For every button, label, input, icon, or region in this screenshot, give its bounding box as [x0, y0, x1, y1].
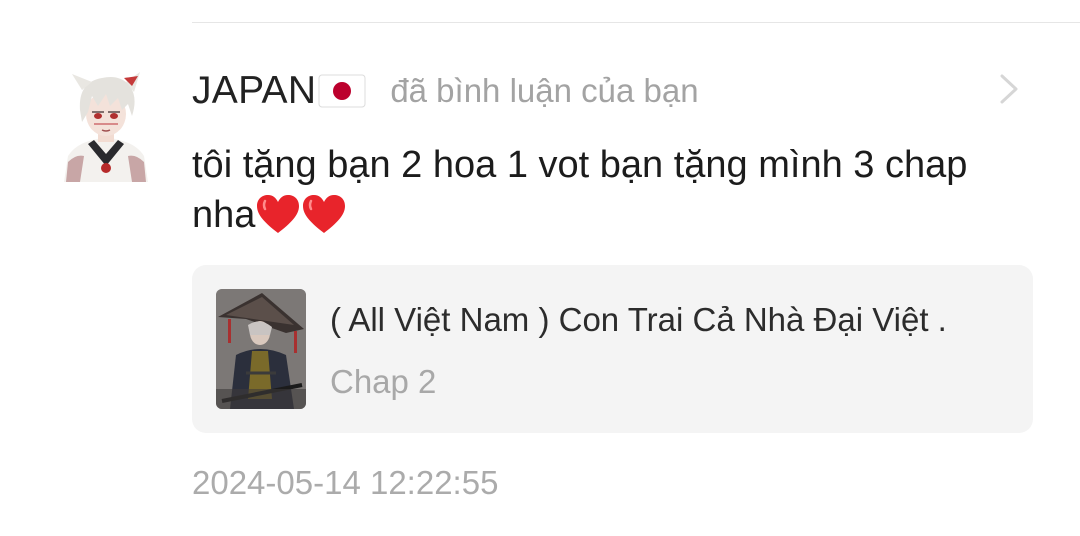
story-title: ( All Việt Nam ) Con Trai Cả Nhà Đại Việ… — [330, 301, 947, 338]
chevron-right-icon[interactable] — [998, 72, 1022, 106]
red-heart-icon — [255, 193, 301, 235]
divider — [192, 22, 1080, 23]
username[interactable]: JAPAN — [192, 69, 316, 113]
japan-flag-icon — [318, 74, 366, 108]
story-card[interactable]: ( All Việt Nam ) Con Trai Cả Nhà Đại Việ… — [192, 265, 1033, 433]
timestamp: 2024-05-14 12:22:55 — [192, 464, 499, 501]
story-cover-image — [216, 289, 306, 409]
anime-character-avatar-icon — [64, 72, 148, 182]
notification-header: JAPAN đã bình luận của bạn — [192, 66, 699, 116]
comment-text-block: tôi tặng bạn 2 hoa 1 vot bạn tặng mình 3… — [192, 140, 992, 240]
avatar[interactable] — [58, 70, 154, 182]
red-heart-icon — [301, 193, 347, 235]
notification-item[interactable]: JAPAN đã bình luận của bạn tôi tặng bạn … — [0, 0, 1080, 536]
story-chapter: Chap 2 — [330, 363, 437, 400]
action-text: đã bình luận của bạn — [390, 72, 699, 109]
